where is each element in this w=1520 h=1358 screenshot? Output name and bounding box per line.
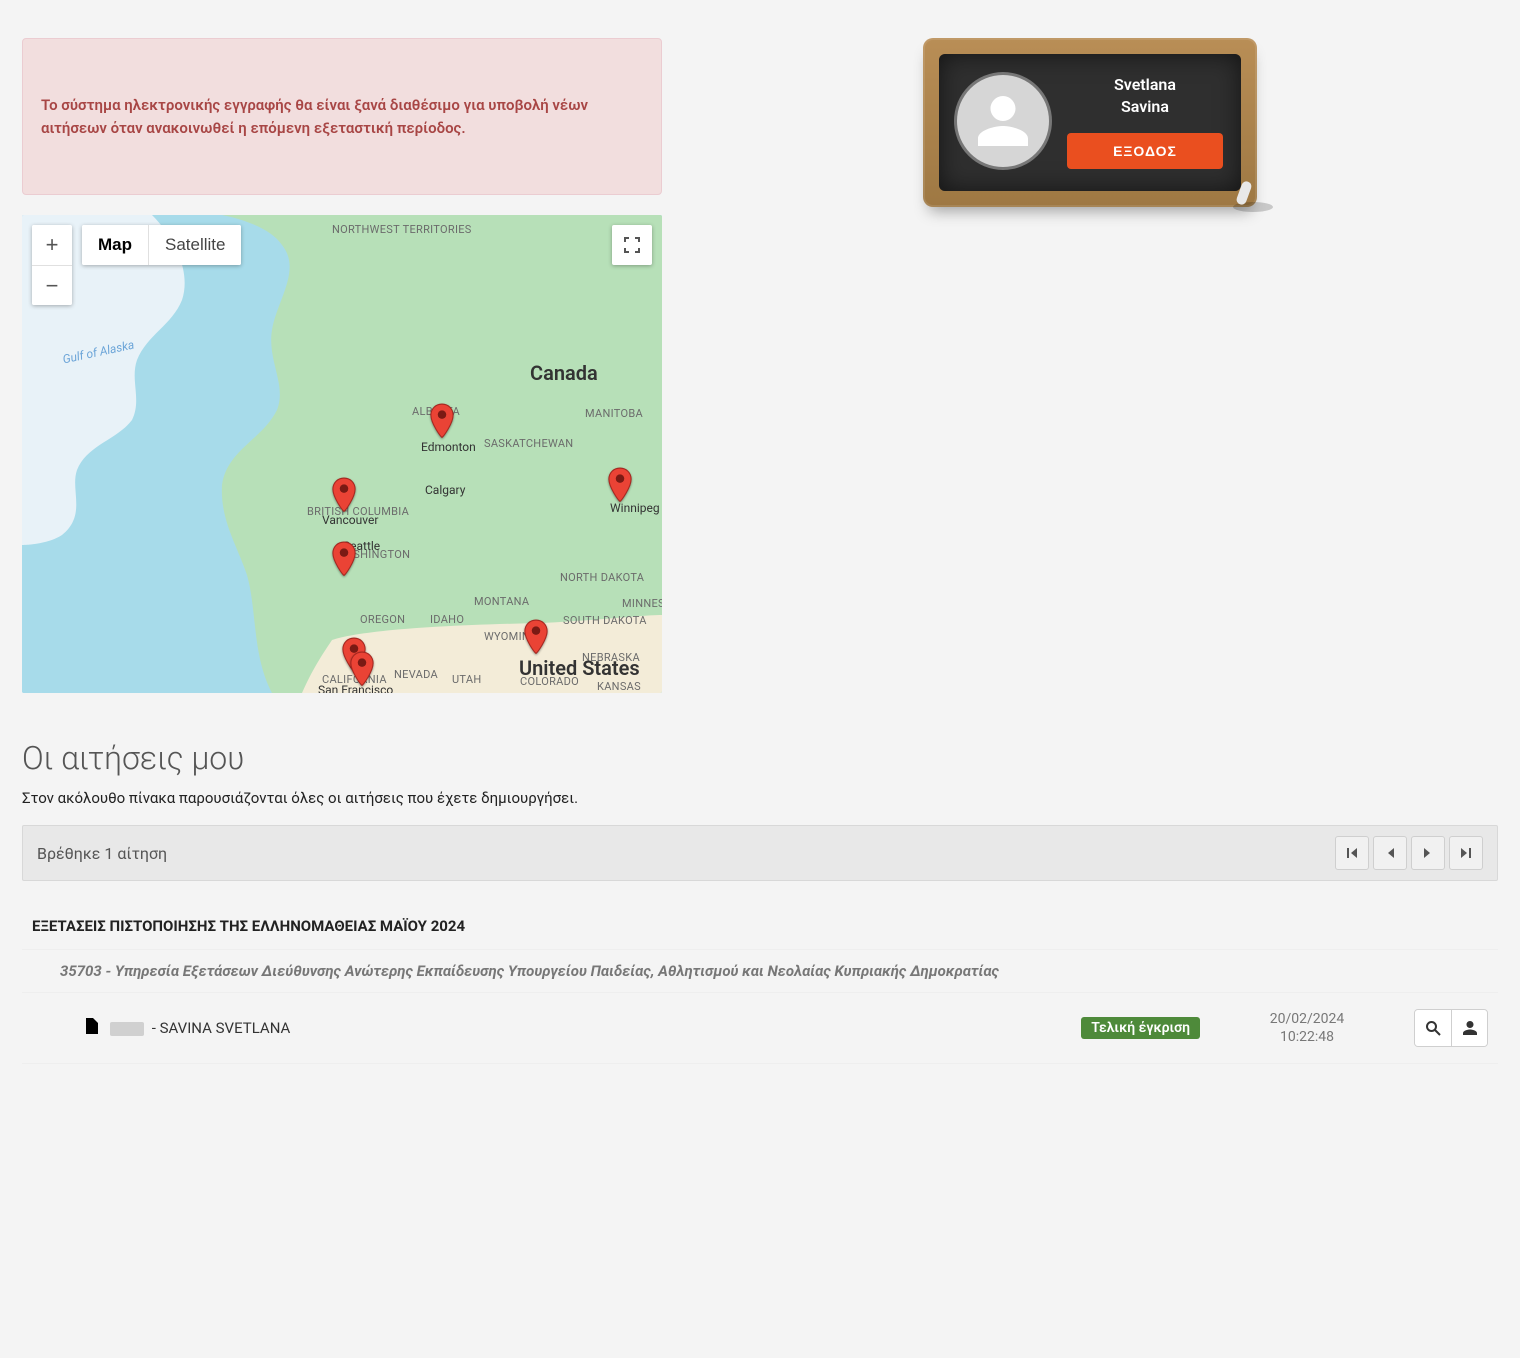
- request-name: - SAVINA SVETLANA: [110, 1019, 1081, 1037]
- logout-button[interactable]: ΕΞΟΔΟΣ: [1067, 133, 1223, 169]
- redacted-id: [110, 1022, 144, 1036]
- results-count-text: Βρέθηκε 1 αίτηση: [37, 844, 167, 863]
- maptype-control-group: Map Satellite: [82, 225, 241, 265]
- applicant-profile-button[interactable]: [1451, 1010, 1487, 1046]
- user-icon: [973, 91, 1033, 151]
- system-notice-text: Το σύστημα ηλεκτρονικής εγγραφής θα είνα…: [41, 96, 588, 137]
- exam-group-title: ΕΞΕΤΑΣΕΙΣ ΠΙΣΤΟΠΟΙΗΣΗΣ ΤΗΣ ΕΛΛΗΝΟΜΑΘΕΙΑΣ…: [22, 903, 1498, 950]
- search-icon: [1425, 1020, 1441, 1036]
- chalk-decoration-icon: [1231, 177, 1275, 213]
- maptype-map-button[interactable]: Map: [82, 225, 148, 265]
- pager-last-button[interactable]: [1449, 836, 1483, 870]
- pager-next-icon: [1422, 847, 1434, 859]
- profile-first-name: Svetlana: [1114, 75, 1176, 94]
- map-pin-san-francisco[interactable]: [349, 651, 375, 687]
- page-title: Οι αιτήσεις μου: [22, 739, 1498, 777]
- profile-card: Svetlana Savina ΕΞΟΔΟΣ: [923, 38, 1257, 207]
- pager-prev-icon: [1384, 847, 1396, 859]
- exam-centers-map[interactable]: Gulf of Alaska + − Map Satellite: [22, 215, 662, 693]
- map-pin-vancouver[interactable]: [331, 477, 357, 513]
- pager-next-button[interactable]: [1411, 836, 1445, 870]
- zoom-in-button[interactable]: +: [32, 225, 72, 265]
- pager: [1335, 836, 1483, 870]
- pager-first-button[interactable]: [1335, 836, 1369, 870]
- avatar: [957, 75, 1049, 167]
- profile-last-name: Savina: [1121, 97, 1169, 116]
- view-request-button[interactable]: [1415, 1010, 1451, 1046]
- request-row: - SAVINA SVETLANA Τελική έγκριση 20/02/2…: [22, 993, 1498, 1064]
- user-icon: [1462, 1020, 1478, 1036]
- zoom-control-group: + −: [32, 225, 72, 305]
- map-pin-winnipeg[interactable]: [607, 467, 633, 503]
- map-pin-denver-area[interactable]: [523, 619, 549, 655]
- fullscreen-button[interactable]: [612, 225, 652, 265]
- request-name-suffix: - SAVINA SVETLANA: [152, 1019, 291, 1037]
- map-pin-seattle-area[interactable]: [331, 541, 357, 577]
- results-toolbar: Βρέθηκε 1 αίτηση: [22, 825, 1498, 881]
- fullscreen-icon: [623, 236, 641, 254]
- exam-center-title: 35703 - Υπηρεσία Εξετάσεων Διεύθυνσης Αν…: [22, 950, 1498, 993]
- map-pin-edmonton[interactable]: [429, 403, 455, 439]
- request-date: 20/02/2024 10:22:48: [1222, 1010, 1392, 1046]
- my-requests-section: Οι αιτήσεις μου Στον ακόλουθο πίνακα παρ…: [22, 739, 1498, 1064]
- file-icon: [84, 1018, 98, 1038]
- zoom-out-button[interactable]: −: [32, 265, 72, 305]
- pager-first-icon: [1345, 846, 1359, 860]
- section-description: Στον ακόλουθο πίνακα παρουσιάζονται όλες…: [22, 789, 1498, 807]
- system-notice-alert: Το σύστημα ηλεκτρονικής εγγραφής θα είνα…: [22, 38, 662, 195]
- maptype-satellite-button[interactable]: Satellite: [148, 225, 241, 265]
- pager-prev-button[interactable]: [1373, 836, 1407, 870]
- pager-last-icon: [1459, 846, 1473, 860]
- status-badge: Τελική έγκριση: [1081, 1017, 1200, 1039]
- row-actions: [1414, 1009, 1488, 1047]
